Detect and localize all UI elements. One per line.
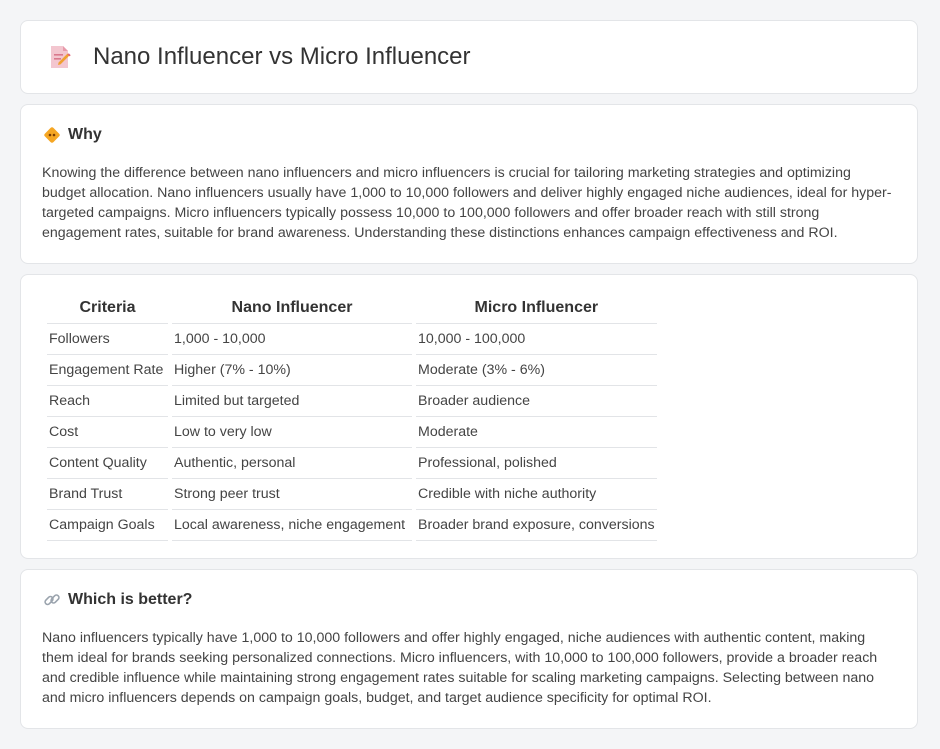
micro-cell: Broader brand exposure, conversions: [416, 510, 657, 541]
better-text: Nano influencers typically have 1,000 to…: [42, 630, 878, 706]
nano-cell: Low to very low: [172, 417, 412, 448]
micro-cell: Credible with niche authority: [416, 479, 657, 510]
micro-cell: Professional, polished: [416, 448, 657, 479]
micro-cell: Moderate (3% - 6%): [416, 355, 657, 386]
why-card: Why Knowing the difference between nano …: [20, 104, 918, 264]
better-header: Which is better?: [43, 591, 192, 609]
table-row: Campaign Goals Local awareness, niche en…: [47, 510, 657, 541]
table-header-row: Criteria Nano Influencer Micro Influence…: [47, 292, 657, 324]
criteria-cell: Cost: [47, 417, 168, 448]
micro-cell: Moderate: [416, 417, 657, 448]
why-text: Knowing the difference between nano infl…: [42, 165, 892, 241]
nano-cell: Authentic, personal: [172, 448, 412, 479]
diamond-warning-icon: [44, 127, 60, 143]
criteria-cell: Content Quality: [47, 448, 168, 479]
micro-cell: 10,000 - 100,000: [416, 324, 657, 355]
table-row: Reach Limited but targeted Broader audie…: [47, 386, 657, 417]
table-row: Cost Low to very low Moderate: [47, 417, 657, 448]
header-criteria: Criteria: [47, 292, 168, 324]
criteria-cell: Brand Trust: [47, 479, 168, 510]
nano-cell: 1,000 - 10,000: [172, 324, 412, 355]
criteria-cell: Campaign Goals: [47, 510, 168, 541]
table-row: Followers 1,000 - 10,000 10,000 - 100,00…: [47, 324, 657, 355]
nano-cell: Limited but targeted: [172, 386, 412, 417]
link-icon: [44, 594, 60, 606]
table-row: Brand Trust Strong peer trust Credible w…: [47, 479, 657, 510]
title-card: Nano Influencer vs Micro Influencer: [20, 20, 918, 94]
title-row: Nano Influencer vs Micro Influencer: [21, 21, 917, 93]
comparison-card: Criteria Nano Influencer Micro Influence…: [20, 274, 918, 559]
nano-cell: Higher (7% - 10%): [172, 355, 412, 386]
why-heading: Why: [68, 126, 102, 143]
criteria-cell: Engagement Rate: [47, 355, 168, 386]
table-row: Engagement Rate Higher (7% - 10%) Modera…: [47, 355, 657, 386]
criteria-cell: Followers: [47, 324, 168, 355]
criteria-cell: Reach: [47, 386, 168, 417]
comparison-table: Criteria Nano Influencer Micro Influence…: [43, 292, 661, 541]
table-row: Content Quality Authentic, personal Prof…: [47, 448, 657, 479]
micro-cell: Broader audience: [416, 386, 657, 417]
page-title: Nano Influencer vs Micro Influencer: [93, 43, 471, 70]
why-header: Why: [43, 126, 102, 144]
header-micro: Micro Influencer: [416, 292, 657, 324]
which-better-card: Which is better? Nano influencers typica…: [20, 569, 918, 729]
nano-cell: Strong peer trust: [172, 479, 412, 510]
document-pencil-icon: [51, 46, 71, 68]
header-nano: Nano Influencer: [172, 292, 412, 324]
better-heading: Which is better?: [68, 591, 193, 608]
nano-cell: Local awareness, niche engagement: [172, 510, 412, 541]
